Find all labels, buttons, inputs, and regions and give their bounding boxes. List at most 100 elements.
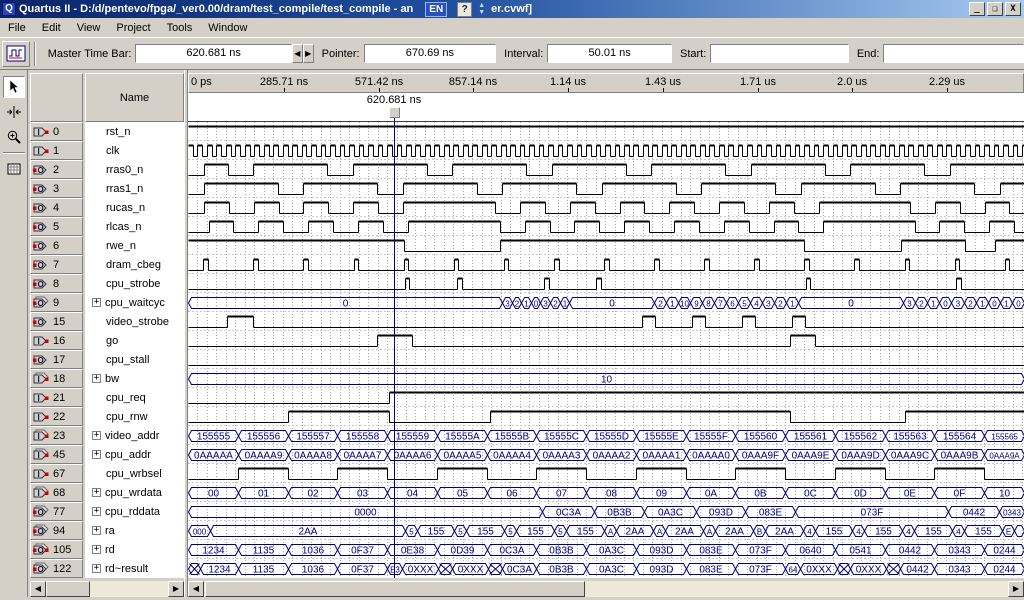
signal-row-cpu_wrdata[interactable]: I68+cpu_wrdata bbox=[30, 483, 184, 502]
signal-number-button[interactable]: O17 bbox=[30, 350, 83, 369]
signal-number-button[interactable]: O94 bbox=[30, 521, 83, 540]
scroll-right-arrow-icon[interactable]: ▶ bbox=[1008, 581, 1024, 597]
signal-name-cell[interactable]: +cpu_waitcyc bbox=[85, 293, 184, 312]
time-scale-bar[interactable]: 0 ps285.71 ns571.42 ns857.14 ns1.14 us1.… bbox=[188, 73, 1024, 93]
signal-row-video_strobe[interactable]: O15video_strobe bbox=[30, 312, 184, 331]
waveform-editor-icon[interactable] bbox=[2, 41, 30, 67]
signal-row-rras0_n[interactable]: O2rras0_n bbox=[30, 160, 184, 179]
signal-row-cpu_addr[interactable]: I45+cpu_addr bbox=[30, 445, 184, 464]
signal-row-video_addr[interactable]: I23+video_addr bbox=[30, 426, 184, 445]
signal-name-cell[interactable]: cpu_rnw bbox=[85, 407, 184, 426]
signal-name-cell[interactable]: +cpu_rddata bbox=[85, 502, 184, 521]
signal-number-button[interactable]: O15 bbox=[30, 312, 83, 331]
signal-name-cell[interactable]: rst_n bbox=[85, 122, 184, 141]
signal-number-button[interactable]: O2 bbox=[30, 160, 83, 179]
signal-name-cell[interactable]: rras0_n bbox=[85, 160, 184, 179]
signal-name-cell[interactable]: cpu_stall bbox=[85, 350, 184, 369]
expand-plus-icon[interactable]: + bbox=[92, 507, 101, 516]
signal-name-cell[interactable]: +cpu_wrdata bbox=[85, 483, 184, 502]
signal-row-cpu_rddata[interactable]: O77+cpu_rddata bbox=[30, 502, 184, 521]
scroll-right-arrow-icon[interactable]: ▶ bbox=[168, 581, 184, 597]
signal-row-clk[interactable]: I1clk bbox=[30, 141, 184, 160]
master-time-cursor-handle[interactable] bbox=[389, 107, 400, 118]
restore-button[interactable]: ❏ bbox=[987, 2, 1003, 16]
zoom-tool-icon[interactable] bbox=[3, 126, 25, 148]
signal-row-dram_cbeg[interactable]: O7dram_cbeg bbox=[30, 255, 184, 274]
signal-name-cell[interactable]: +cpu_addr bbox=[85, 445, 184, 464]
signal-number-button[interactable]: I68 bbox=[30, 483, 83, 502]
signal-number-button[interactable]: O7 bbox=[30, 255, 83, 274]
end-field[interactable] bbox=[883, 44, 1024, 63]
waveform-canvas[interactable]: 0321032102110987654321032103210101015555… bbox=[188, 122, 1024, 578]
pointer-tool-icon[interactable] bbox=[3, 76, 25, 98]
signal-name-cell[interactable]: +bw bbox=[85, 369, 184, 388]
name-panel-hscrollbar[interactable]: ◀ ▶ bbox=[30, 581, 184, 597]
start-field[interactable] bbox=[710, 44, 849, 63]
waveform-svg[interactable]: 0321032102110987654321032103210101015555… bbox=[188, 122, 1024, 578]
signal-row-cpu_waitcyc[interactable]: O9+cpu_waitcyc bbox=[30, 293, 184, 312]
signal-name-cell[interactable]: clk bbox=[85, 141, 184, 160]
signal-row-bw[interactable]: I18+bw bbox=[30, 369, 184, 388]
signal-number-button[interactable]: O6 bbox=[30, 236, 83, 255]
signal-name-cell[interactable]: +ra bbox=[85, 521, 184, 540]
signal-number-button[interactable]: O122 bbox=[30, 559, 83, 578]
edit-waveform-tool-icon[interactable] bbox=[3, 101, 25, 123]
expand-plus-icon[interactable]: + bbox=[92, 564, 101, 573]
signal-row-rlcas_n[interactable]: O5rlcas_n bbox=[30, 217, 184, 236]
expand-plus-icon[interactable]: + bbox=[92, 545, 101, 554]
signal-row-cpu_strobe[interactable]: O8cpu_strobe bbox=[30, 274, 184, 293]
scrollbar-thumb[interactable] bbox=[46, 581, 90, 597]
signal-name-cell[interactable]: +rd bbox=[85, 540, 184, 559]
wave-hscrollbar[interactable]: ◀ ▶ bbox=[188, 581, 1024, 597]
master-time-bar-field[interactable]: 620.681 ns bbox=[135, 44, 291, 63]
menu-tools[interactable]: Tools bbox=[159, 19, 201, 37]
expand-plus-icon[interactable]: + bbox=[92, 298, 101, 307]
expand-plus-icon[interactable]: + bbox=[92, 431, 101, 440]
signal-number-button[interactable]: O9 bbox=[30, 293, 83, 312]
signal-name-cell[interactable]: cpu_strobe bbox=[85, 274, 184, 293]
signal-number-button[interactable]: I45 bbox=[30, 445, 83, 464]
menu-view[interactable]: View bbox=[69, 19, 109, 37]
signal-name-cell[interactable]: +rd~result bbox=[85, 559, 184, 578]
signal-name-cell[interactable]: +video_addr bbox=[85, 426, 184, 445]
signal-number-button[interactable]: O5 bbox=[30, 217, 83, 236]
signal-number-button[interactable]: O4 bbox=[30, 198, 83, 217]
signal-number-button[interactable]: I1 bbox=[30, 141, 83, 160]
signal-name-cell[interactable]: cpu_req bbox=[85, 388, 184, 407]
signal-row-cpu_wrbsel[interactable]: I67cpu_wrbsel bbox=[30, 464, 184, 483]
signal-row-rd~result[interactable]: O122+rd~result bbox=[30, 559, 184, 578]
signal-number-button[interactable]: I23 bbox=[30, 426, 83, 445]
signal-name-cell[interactable]: rlcas_n bbox=[85, 217, 184, 236]
signal-number-button[interactable]: I18 bbox=[30, 369, 83, 388]
language-indicator[interactable]: EN bbox=[425, 2, 447, 17]
signal-name-cell[interactable]: video_strobe bbox=[85, 312, 184, 331]
signal-row-rst_n[interactable]: I0rst_n bbox=[30, 122, 184, 141]
signal-row-rras1_n[interactable]: O3rras1_n bbox=[30, 179, 184, 198]
signal-row-rucas_n[interactable]: O4rucas_n bbox=[30, 198, 184, 217]
menu-edit[interactable]: Edit bbox=[34, 19, 69, 37]
signal-name-cell[interactable]: rwe_n bbox=[85, 236, 184, 255]
menu-file[interactable]: File bbox=[0, 19, 34, 37]
signal-number-button[interactable]: O77 bbox=[30, 502, 83, 521]
master-time-left-arrow[interactable]: ◀ bbox=[292, 44, 303, 63]
scrollbar-thumb[interactable] bbox=[205, 581, 585, 597]
signal-name-cell[interactable]: dram_cbeg bbox=[85, 255, 184, 274]
signal-name-cell[interactable]: go bbox=[85, 331, 184, 350]
signal-row-ra[interactable]: O94+ra bbox=[30, 521, 184, 540]
signal-name-cell[interactable]: rras1_n bbox=[85, 179, 184, 198]
signal-number-button[interactable]: I0 bbox=[30, 122, 83, 141]
signal-row-cpu_stall[interactable]: O17cpu_stall bbox=[30, 350, 184, 369]
menu-window[interactable]: Window bbox=[200, 19, 255, 37]
expand-plus-icon[interactable]: + bbox=[92, 526, 101, 535]
minimize-button[interactable]: _ bbox=[969, 2, 985, 16]
help-badge-icon[interactable]: ? bbox=[457, 2, 472, 17]
expand-plus-icon[interactable]: + bbox=[92, 374, 101, 383]
signal-row-cpu_rnw[interactable]: I22cpu_rnw bbox=[30, 407, 184, 426]
scroll-left-arrow-icon[interactable]: ◀ bbox=[30, 581, 46, 597]
cursor-strip[interactable]: 620.681 ns bbox=[188, 93, 1024, 122]
signal-number-button[interactable]: O3 bbox=[30, 179, 83, 198]
expand-plus-icon[interactable]: + bbox=[92, 488, 101, 497]
scroll-left-arrow-icon[interactable]: ◀ bbox=[188, 581, 204, 597]
signal-name-cell[interactable]: cpu_wrbsel bbox=[85, 464, 184, 483]
signal-number-button[interactable]: O8 bbox=[30, 274, 83, 293]
